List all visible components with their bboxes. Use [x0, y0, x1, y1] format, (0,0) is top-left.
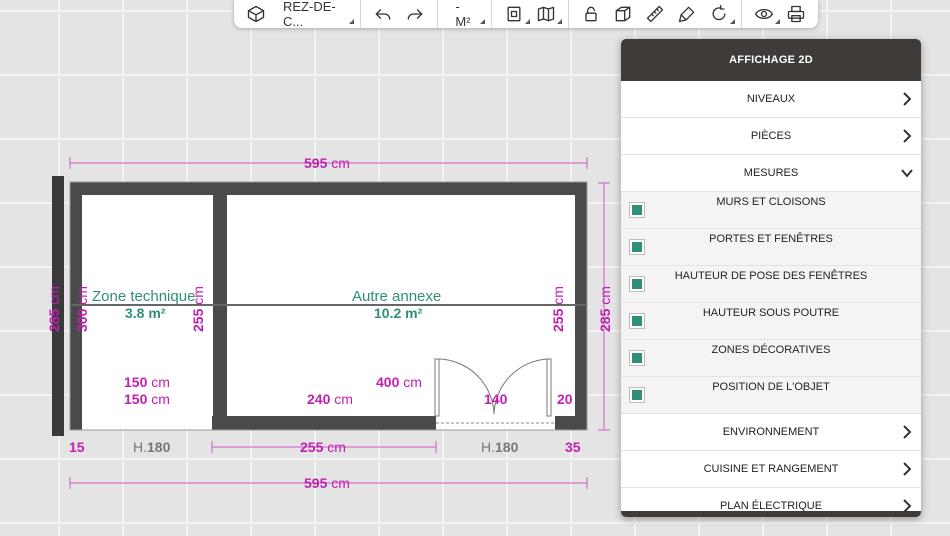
dim-240: 240 cm — [307, 391, 353, 407]
area-group: - M² — [438, 0, 492, 29]
tools-group — [569, 0, 742, 28]
option-portes-et-fenetres[interactable]: PORTES ET FENÊTRES — [621, 229, 921, 266]
room-name-zone-technique[interactable]: Zone technique — [92, 289, 195, 305]
dim-400: 400 cm — [376, 374, 422, 390]
window-height-right: H.180 — [481, 439, 519, 455]
room-area-autre-annexe: 10.2 m² — [374, 305, 423, 321]
floor-plan-canvas[interactable]: 595 cm 285 cm 300 cm 255 cm 255 cm 285 c… — [0, 0, 620, 536]
floor-plan-drawing — [52, 157, 610, 489]
print-icon[interactable] — [780, 2, 812, 26]
dim-left-outer: 285 cm — [46, 286, 62, 332]
menu-item-mesures[interactable]: MESURES — [621, 155, 921, 192]
option-label: HAUTEUR DE POSE DES FENÊTRES — [674, 270, 868, 282]
option-label: PORTES ET FENÊTRES — [709, 233, 833, 245]
dropdown-corner-icon — [480, 19, 485, 24]
chevron-right-icon — [901, 92, 913, 106]
redo-icon[interactable] — [399, 2, 431, 26]
dim-20: 20 — [557, 391, 573, 407]
3d-box-icon[interactable] — [607, 2, 639, 26]
option-murs-et-cloisons[interactable]: MURS ET CLOISONS — [621, 192, 921, 229]
room-name-autre-annexe[interactable]: Autre annexe — [352, 289, 441, 305]
view-group — [492, 0, 569, 28]
level-selector[interactable]: REZ-DE-C... — [272, 0, 355, 29]
main-toolbar: REZ-DE-C... - M² — [234, 0, 818, 29]
room-view-icon[interactable] — [498, 2, 530, 26]
option-label: POSITION DE L'OBJET — [712, 381, 830, 393]
menu-item-label: CUISINE ET RANGEMENT — [703, 463, 839, 475]
history-group — [361, 0, 439, 28]
display-2d-panel: AFFICHAGE 2D NIVEAUX PIÈCES MESURES MURS… — [621, 39, 921, 517]
dim-15: 15 — [69, 439, 85, 455]
option-position-objet[interactable]: POSITION DE L'OBJET — [621, 377, 921, 414]
paint-icon[interactable] — [671, 2, 703, 26]
dropdown-corner-icon — [730, 19, 735, 24]
dim-bottom-total: 595 cm — [304, 475, 350, 491]
window-height-left: H.180 — [133, 439, 171, 455]
chevron-right-icon — [901, 425, 913, 439]
dim-35: 35 — [565, 439, 581, 455]
menu-item-environnement[interactable]: ENVIRONNEMENT — [621, 414, 921, 451]
option-label: ZONES DÉCORATIVES — [711, 344, 831, 356]
dropdown-corner-icon — [557, 19, 562, 24]
panel-footer-bar — [621, 511, 921, 517]
area-selector[interactable]: - M² — [444, 0, 485, 29]
menu-item-niveaux[interactable]: NIVEAUX — [621, 81, 921, 118]
menu-item-cuisine-rangement[interactable]: CUISINE ET RANGEMENT — [621, 451, 921, 488]
dim-left-inner: 300 cm — [74, 286, 90, 332]
room-area-zone-technique: 3.8 m² — [125, 305, 166, 321]
menu-item-label: NIVEAUX — [746, 93, 796, 105]
level-group: REZ-DE-C... — [234, 0, 362, 29]
lock-icon[interactable] — [575, 2, 607, 26]
menu-item-label: PIÈCES — [750, 130, 792, 142]
chevron-right-icon — [901, 462, 913, 476]
panel-title: AFFICHAGE 2D — [621, 39, 921, 81]
dim-140: 140 — [484, 391, 508, 407]
chevron-down-icon — [901, 166, 913, 180]
option-zones-decoratives[interactable]: ZONES DÉCORATIVES — [621, 340, 921, 377]
chevron-right-icon — [901, 129, 913, 143]
dim-150-upper: 150 cm — [124, 374, 170, 390]
option-label: HAUTEUR SOUS POUTRE — [702, 307, 840, 319]
dim-top-total: 595 cm — [304, 155, 350, 171]
undo-icon[interactable] — [367, 2, 399, 26]
display-group — [742, 0, 818, 28]
eye-icon[interactable] — [748, 2, 780, 26]
option-hauteur-pose-fenetres[interactable]: HAUTEUR DE POSE DES FENÊTRES — [621, 266, 921, 303]
level-selector-label: REZ-DE-C... — [283, 0, 336, 29]
option-label: MURS ET CLOISONS — [716, 196, 826, 208]
dim-right-outer: 285 cm — [597, 286, 613, 332]
ruler-icon[interactable] — [639, 2, 671, 26]
menu-item-label: ENVIRONNEMENT — [722, 426, 820, 438]
menu-item-pieces[interactable]: PIÈCES — [621, 118, 921, 155]
rotate-icon[interactable] — [703, 2, 735, 26]
area-label: - M² — [455, 0, 471, 29]
dropdown-corner-icon — [349, 19, 355, 24]
cube-outline-icon[interactable] — [240, 2, 272, 26]
option-hauteur-sous-poutre[interactable]: HAUTEUR SOUS POUTRE — [621, 303, 921, 340]
dim-right-inner: 255 cm — [550, 286, 566, 332]
dim-255-bottom: 255 cm — [300, 439, 346, 455]
map-icon[interactable] — [530, 2, 562, 26]
menu-item-label: MESURES — [743, 167, 799, 179]
dim-150-lower: 150 cm — [124, 391, 170, 407]
